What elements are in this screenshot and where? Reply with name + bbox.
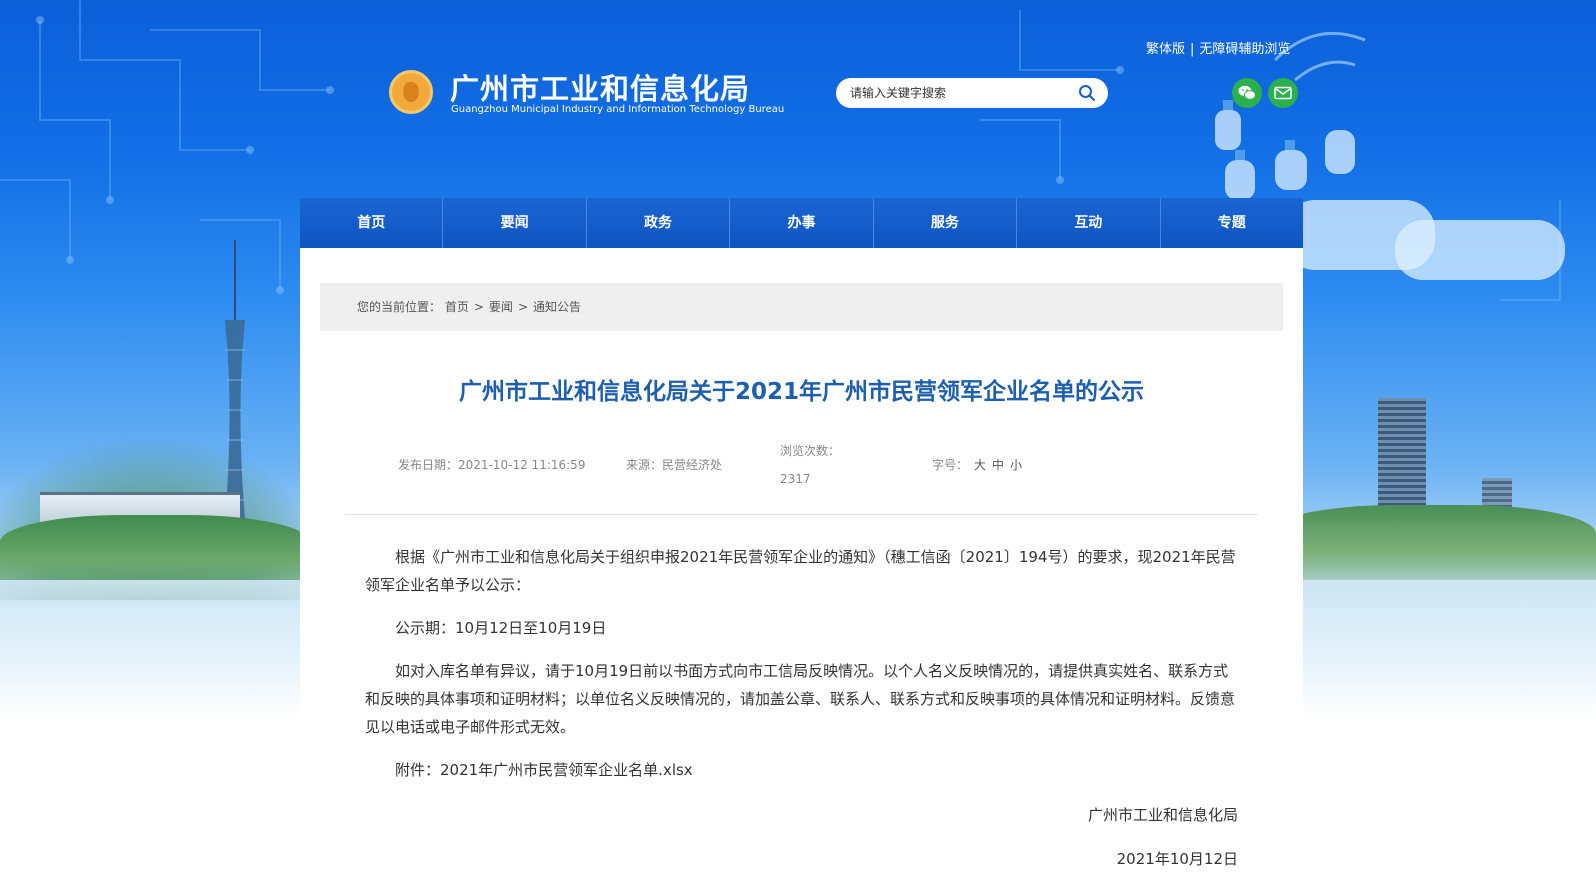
nav-services-affairs[interactable]: 办事	[730, 198, 874, 248]
article-panel: 您的当前位置： 首页 > 要闻 > 通知公告 广州市工业和信息化局关于2021年广州市民…	[300, 248, 1303, 886]
nav-topics[interactable]: 专题	[1161, 198, 1303, 248]
site-title-en: Guangzhou Municipal Industry and Informa…	[451, 104, 785, 115]
font-size-small-button[interactable]: 小	[1010, 458, 1022, 472]
search-input[interactable]	[850, 84, 1070, 102]
view-count-label: 浏览次数：	[780, 444, 841, 458]
article-meta: 发布日期：2021-10-12 11:16:59 来源：民营经济处 浏览次数： …	[300, 248, 1303, 508]
font-size-control: 字号： 大中小	[932, 456, 1022, 473]
font-size-large-button[interactable]: 大	[974, 458, 986, 472]
nav-home[interactable]: 首页	[300, 198, 444, 248]
site-title-cn[interactable]: 广州市工业和信息化局	[450, 66, 750, 108]
bureau-emblem-icon[interactable]	[389, 70, 433, 114]
search-icon[interactable]	[1078, 84, 1096, 102]
article-body: 根据《广州市工业和信息化局关于组织申报2021年民营领军企业的通知》（穗工信函〔…	[365, 543, 1238, 799]
article-paragraph: 根据《广州市工业和信息化局关于组织申报2021年民营领军企业的通知》（穗工信函〔…	[365, 548, 1236, 594]
accessibility-link[interactable]: 无障碍辅助浏览	[1199, 42, 1290, 57]
nav-news[interactable]: 要闻	[443, 198, 587, 248]
font-size-medium-button[interactable]: 中	[992, 458, 1004, 472]
nav-government-affairs[interactable]: 政务	[587, 198, 731, 248]
top-links: 繁体版 | 无障碍辅助浏览	[1146, 38, 1290, 57]
wechat-icon	[1238, 85, 1256, 100]
top-link-separator: |	[1190, 42, 1195, 57]
signature-organization: 广州市工业和信息化局	[1087, 806, 1238, 824]
view-count-value: 2317	[780, 472, 811, 486]
mail-button[interactable]	[1268, 78, 1298, 108]
article-paragraph: 如对入库名单有异议，请于10月19日前以书面方式向市工信局反映情况。以个人名义反…	[365, 662, 1236, 736]
meta-divider	[345, 514, 1258, 515]
mail-icon	[1274, 86, 1292, 100]
nav-interaction[interactable]: 互动	[1017, 198, 1161, 248]
attachment-link[interactable]: 附件：2021年广州市民营领军企业名单.xlsx	[365, 756, 1238, 784]
main-nav: 首页 要闻 政务 办事 服务 互动 专题	[300, 198, 1303, 248]
publish-date: 发布日期：2021-10-12 11:16:59	[398, 458, 586, 472]
nav-services[interactable]: 服务	[874, 198, 1018, 248]
signature-date: 2021年10月12日	[1116, 850, 1238, 868]
search-box	[836, 78, 1108, 108]
traditional-chinese-link[interactable]: 繁体版	[1146, 42, 1185, 57]
article-paragraph: 公示期：10月12日至10月19日	[395, 619, 607, 637]
font-size-label: 字号：	[932, 458, 969, 472]
wechat-button[interactable]	[1232, 78, 1262, 108]
article-source: 来源：民营经济处	[626, 458, 723, 472]
site-header: 广州市工业和信息化局 Guangzhou Municipal Industry …	[0, 0, 1596, 196]
